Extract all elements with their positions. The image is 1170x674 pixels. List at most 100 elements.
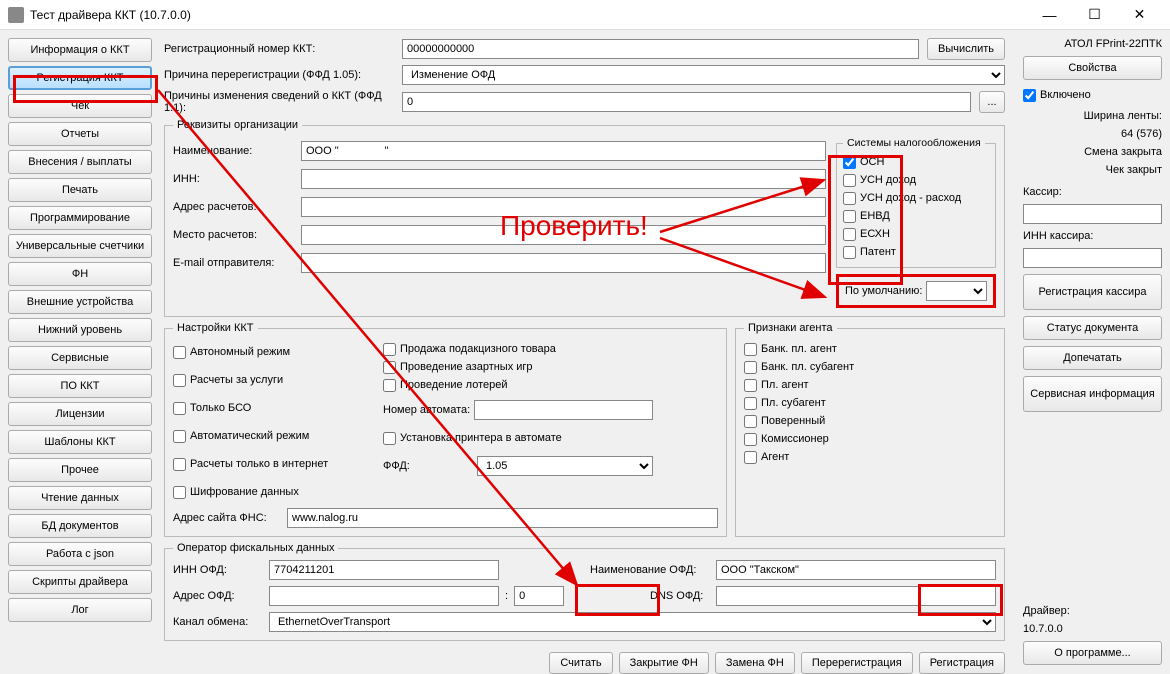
agent-label-0: Банк. пл. агент [761, 343, 837, 355]
tax-check-4[interactable] [843, 228, 856, 241]
props-button[interactable]: Свойства [1023, 56, 1162, 80]
reg-cashier-button[interactable]: Регистрация кассира [1023, 274, 1162, 310]
nav-Отчеты[interactable]: Отчеты [8, 122, 152, 146]
nav-Информация о ККТ[interactable]: Информация о ККТ [8, 38, 152, 62]
nav-Универсальные счетчики[interactable]: Универсальные счетчики [8, 234, 152, 258]
nav-Чтение данных[interactable]: Чтение данных [8, 486, 152, 510]
kkt1-check-3[interactable] [173, 430, 186, 443]
kkt2-check-0[interactable] [383, 343, 396, 356]
cashier-input[interactable] [1023, 204, 1162, 224]
agent-label-4: Поверенный [761, 415, 825, 427]
ffd-select[interactable]: 1.05 [477, 456, 653, 476]
tax-check-2[interactable] [843, 192, 856, 205]
kkt2-check-2[interactable] [383, 379, 396, 392]
nav-Работа с json[interactable]: Работа с json [8, 542, 152, 566]
reasons11-browse-button[interactable]: ... [979, 91, 1005, 113]
nav-Печать[interactable]: Печать [8, 178, 152, 202]
doc-status-button[interactable]: Статус документа [1023, 316, 1162, 340]
tax-check-5[interactable] [843, 246, 856, 259]
org-fieldset: Реквизиты организации Наименование: ИНН:… [164, 119, 1005, 317]
agent-check-4[interactable] [744, 415, 757, 428]
org-addr-label: Адрес расчетов: [173, 201, 293, 213]
ofd-chan-label: Канал обмена: [173, 616, 263, 628]
reprint-button[interactable]: Допечатать [1023, 346, 1162, 370]
calculate-button[interactable]: Вычислить [927, 38, 1005, 60]
nav-Нижний уровень[interactable]: Нижний уровень [8, 318, 152, 342]
tax-label-0: ОСН [860, 156, 884, 168]
agent-check-2[interactable] [744, 379, 757, 392]
about-button[interactable]: О программе... [1023, 641, 1162, 665]
default-tax-label: По умолчанию: [845, 285, 922, 297]
ofd-inn-input[interactable] [269, 560, 499, 580]
org-name-input[interactable] [301, 141, 826, 161]
agent-check-1[interactable] [744, 361, 757, 374]
app-icon [8, 7, 24, 23]
reg-num-input[interactable] [402, 39, 919, 59]
maximize-button[interactable]: ☐ [1072, 1, 1117, 29]
fns-input[interactable] [287, 508, 718, 528]
reg-button[interactable]: Регистрация [919, 652, 1005, 674]
nav-ПО ККТ[interactable]: ПО ККТ [8, 374, 152, 398]
fns-label: Адрес сайта ФНС: [173, 512, 283, 524]
nav-Шаблоны ККТ[interactable]: Шаблоны ККТ [8, 430, 152, 454]
kkt1-check-1[interactable] [173, 374, 186, 387]
org-place-input[interactable] [301, 225, 826, 245]
ofd-addr-input[interactable] [269, 586, 499, 606]
nav-Внесения / выплаты[interactable]: Внесения / выплаты [8, 150, 152, 174]
enabled-checkbox[interactable] [1023, 89, 1036, 102]
nav-БД документов[interactable]: БД документов [8, 514, 152, 538]
tax-fieldset: Системы налогообложения ОСНУСН доходУСН … [836, 137, 996, 268]
tax-label-3: ЕНВД [860, 210, 890, 222]
org-name-label: Наименование: [173, 145, 293, 157]
tax-check-1[interactable] [843, 174, 856, 187]
agent-check-3[interactable] [744, 397, 757, 410]
agent-check-0[interactable] [744, 343, 757, 356]
nav-Лицензии[interactable]: Лицензии [8, 402, 152, 426]
rereg-button[interactable]: Перерегистрация [801, 652, 913, 674]
kkt1-check-5[interactable] [173, 486, 186, 499]
read-button[interactable]: Считать [549, 652, 612, 674]
ofd-chan-select[interactable]: EthernetOverTransport [269, 612, 996, 632]
nav-Скрипты драйвера[interactable]: Скрипты драйвера [8, 570, 152, 594]
left-nav: Информация о ККТ Регистрация ККТ Чек Отчеты… [0, 30, 160, 673]
nav-Прочее[interactable]: Прочее [8, 458, 152, 482]
right-panel: АТОЛ FPrint-22ПТК Свойства Включено Шири… [1015, 30, 1170, 673]
nav-Сервисные[interactable]: Сервисные [8, 346, 152, 370]
nav-Внешние устройства[interactable]: Внешние устройства [8, 290, 152, 314]
agent-check-6[interactable] [744, 451, 757, 464]
close-button[interactable]: ✕ [1117, 1, 1162, 29]
reg-num-label: Регистрационный номер ККТ: [164, 43, 394, 55]
kkt1-check-4[interactable] [173, 458, 186, 471]
kkt1-check-0[interactable] [173, 346, 186, 359]
ofd-dns-input[interactable] [716, 586, 996, 606]
ofd-name-input[interactable] [716, 560, 996, 580]
nav-Лог[interactable]: Лог [8, 598, 152, 622]
default-tax-select[interactable] [926, 281, 987, 301]
cashier-inn-input[interactable] [1023, 248, 1162, 268]
nav-Чек[interactable]: Чек [8, 94, 152, 118]
kkt2-check-1[interactable] [383, 361, 396, 374]
auto-num-input[interactable] [474, 400, 653, 420]
org-addr-input[interactable] [301, 197, 826, 217]
kkt-legend: Настройки ККТ [173, 322, 258, 334]
agent-check-5[interactable] [744, 433, 757, 446]
close-fn-button[interactable]: Закрытие ФН [619, 652, 709, 674]
tax-legend: Системы налогообложения [843, 137, 985, 149]
kkt2-label-2: Проведение лотерей [400, 379, 508, 391]
service-info-button[interactable]: Сервисная информация [1023, 376, 1162, 412]
minimize-button[interactable]: — [1027, 1, 1072, 29]
nav-ФН[interactable]: ФН [8, 262, 152, 286]
ofd-port-input[interactable] [514, 586, 564, 606]
center-panel: Регистрационный номер ККТ: Вычислить При… [160, 30, 1015, 673]
kkt1-check-2[interactable] [173, 402, 186, 415]
tax-check-0[interactable] [843, 156, 856, 169]
replace-fn-button[interactable]: Замена ФН [715, 652, 795, 674]
org-email-input[interactable] [301, 253, 826, 273]
tax-check-3[interactable] [843, 210, 856, 223]
nav-Программирование[interactable]: Программирование [8, 206, 152, 230]
org-inn-input[interactable] [301, 169, 826, 189]
nav-Регистрация ККТ[interactable]: Регистрация ККТ [8, 66, 152, 90]
reason-select[interactable]: Изменение ОФД [402, 65, 1005, 85]
reasons11-input[interactable] [402, 92, 971, 112]
printer-auto-checkbox[interactable] [383, 432, 396, 445]
